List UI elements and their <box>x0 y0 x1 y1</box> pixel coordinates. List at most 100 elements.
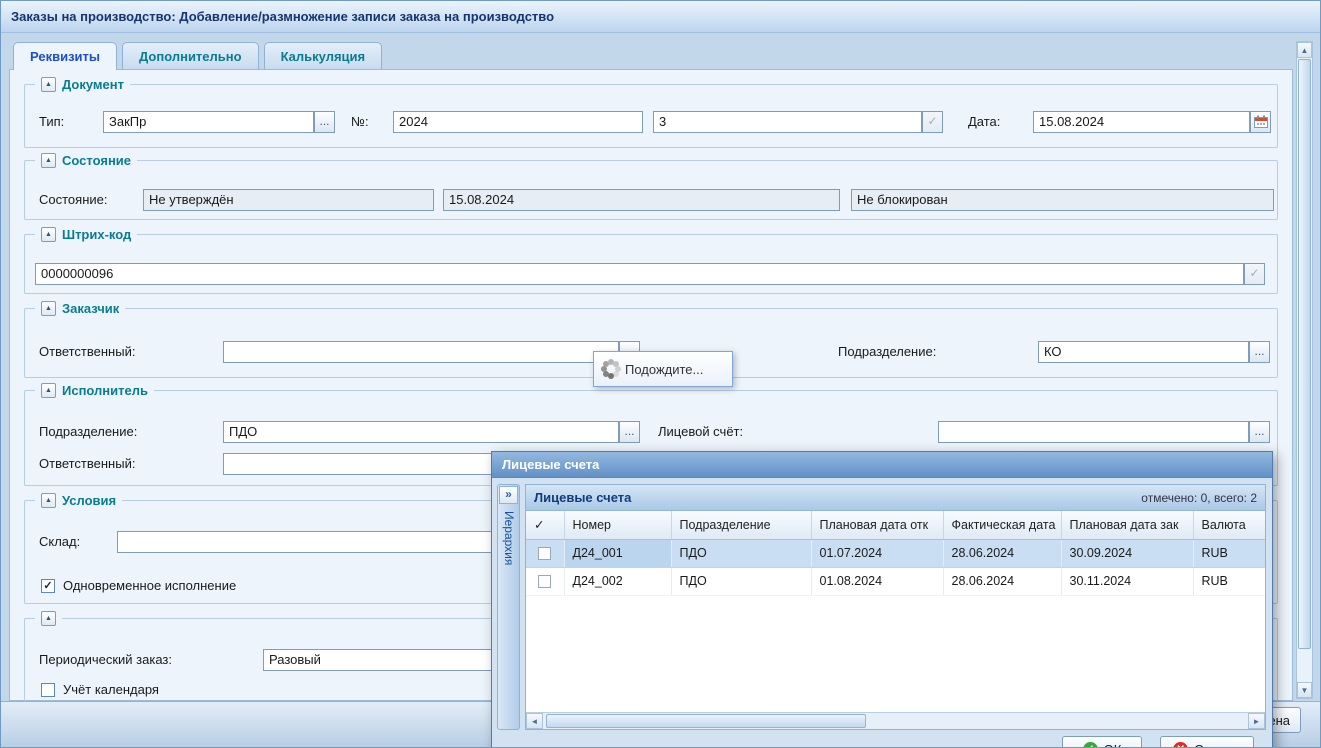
column-plan-close[interactable]: Плановая дата зак <box>1061 511 1193 539</box>
window-title: Заказы на производство: Добавление/размн… <box>11 9 554 24</box>
executor-division-lookup-button[interactable]: ... <box>619 421 640 443</box>
column-currency[interactable]: Валюта <box>1193 511 1266 539</box>
group-document-legend: ▲ Документ <box>35 75 130 93</box>
doc-year-field[interactable]: 2024 <box>393 111 643 133</box>
cell-fact[interactable]: 28.06.2024 <box>943 539 1061 567</box>
cell-plan-open[interactable]: 01.07.2024 <box>811 539 943 567</box>
accounts-dialog: Лицевые счета » Иерархия Лицевые счета о… <box>491 451 1273 748</box>
ok-label: ОК <box>1104 742 1122 748</box>
group-barcode-title: Штрих-код <box>62 227 131 242</box>
warehouse-label: Склад: <box>39 531 80 553</box>
cell-division[interactable]: ПДО <box>671 539 811 567</box>
state-label: Состояние: <box>39 189 107 211</box>
cell-fact[interactable]: 28.06.2024 <box>943 567 1061 595</box>
vertical-scrollbar[interactable]: ▲ ▼ <box>1296 41 1313 699</box>
column-division[interactable]: Подразделение <box>671 511 811 539</box>
table-row[interactable]: Д24_002 ПДО 01.08.2024 28.06.2024 30.11.… <box>526 567 1266 595</box>
cell-division[interactable]: ПДО <box>671 567 811 595</box>
group-state: ▲ Состояние Состояние: Не утверждён 15.0… <box>24 160 1278 220</box>
scroll-down-button[interactable]: ▼ <box>1297 682 1312 698</box>
column-check[interactable]: ✓ <box>526 511 564 539</box>
horizontal-scrollbar[interactable]: ◄ ► <box>526 712 1265 729</box>
collapse-icon[interactable]: ▲ <box>41 611 56 626</box>
doc-date-field[interactable]: 15.08.2024 <box>1033 111 1250 133</box>
customer-division-label: Подразделение: <box>838 341 936 363</box>
dialog-title: Лицевые счета <box>502 457 599 472</box>
table-row[interactable]: Д24_001 ПДО 01.07.2024 28.06.2024 30.09.… <box>526 539 1266 567</box>
collapse-icon[interactable]: ▲ <box>41 493 56 508</box>
collapse-icon[interactable]: ▲ <box>41 227 56 242</box>
dialog-cancel-label: Отмена <box>1194 742 1241 748</box>
cell-number[interactable]: Д24_001 <box>564 539 671 567</box>
dialog-cancel-button[interactable]: ✕ Отмена <box>1160 736 1254 748</box>
row-checkbox[interactable] <box>538 547 551 560</box>
scroll-up-button[interactable]: ▲ <box>1297 42 1312 58</box>
row-checkbox[interactable] <box>538 575 551 588</box>
group-conditions-legend: ▲ Условия <box>35 491 122 509</box>
accounts-panel-header: Лицевые счета отмечено: 0, всего: 2 <box>526 485 1265 511</box>
calendar-icon <box>1254 115 1268 128</box>
dialog-titlebar[interactable]: Лицевые счета <box>492 452 1272 478</box>
group-barcode-legend: ▲ Штрих-код <box>35 225 137 243</box>
cell-plan-close[interactable]: 30.11.2024 <box>1061 567 1193 595</box>
accounts-counter: отмечено: 0, всего: 2 <box>1141 491 1257 505</box>
group-document: ▲ Документ Тип: ЗакПр ... №: 2024 3 ✓ Да… <box>24 84 1278 148</box>
group-conditions-title: Условия <box>62 493 116 508</box>
customer-division-field[interactable]: КО <box>1038 341 1249 363</box>
group-state-title: Состояние <box>62 153 131 168</box>
ok-button[interactable]: ✓ ОК <box>1062 736 1142 748</box>
scroll-left-button[interactable]: ◄ <box>526 713 543 729</box>
collapse-icon[interactable]: ▲ <box>41 153 56 168</box>
doc-date-calendar-button[interactable] <box>1250 111 1271 133</box>
group-periodic-legend: ▲ <box>35 609 62 627</box>
column-fact[interactable]: Фактическая дата <box>943 511 1061 539</box>
doc-number-confirm-button[interactable]: ✓ <box>922 111 943 133</box>
customer-responsible-field[interactable] <box>223 341 619 363</box>
column-plan-open[interactable]: Плановая дата отк <box>811 511 943 539</box>
app-window: Заказы на производство: Добавление/размн… <box>0 0 1321 748</box>
column-number[interactable]: Номер <box>564 511 671 539</box>
calendar-accounting-checkbox[interactable] <box>41 683 55 697</box>
cell-plan-close[interactable]: 30.09.2024 <box>1061 539 1193 567</box>
accounts-panel-title: Лицевые счета <box>534 490 631 505</box>
scroll-right-button[interactable]: ► <box>1248 713 1265 729</box>
tab-calculation[interactable]: Калькуляция <box>264 42 383 69</box>
doc-date-label: Дата: <box>968 111 1000 133</box>
cell-plan-open[interactable]: 01.08.2024 <box>811 567 943 595</box>
hierarchy-tab[interactable]: Иерархия <box>502 511 516 565</box>
simultaneous-checkbox[interactable]: ✓ <box>41 579 55 593</box>
executor-responsible-label: Ответственный: <box>39 453 135 475</box>
state-date-field: 15.08.2024 <box>443 189 840 211</box>
scrollbar-thumb[interactable] <box>1298 59 1311 649</box>
doc-type-field[interactable]: ЗакПр <box>103 111 314 133</box>
doc-type-lookup-button[interactable]: ... <box>314 111 335 133</box>
executor-account-field[interactable] <box>938 421 1249 443</box>
group-customer-title: Заказчик <box>62 301 119 316</box>
tab-requisites[interactable]: Реквизиты <box>13 42 117 70</box>
executor-division-label: Подразделение: <box>39 421 137 443</box>
spinner-icon <box>609 367 613 371</box>
cell-number[interactable]: Д24_002 <box>564 567 671 595</box>
tab-additional[interactable]: Дополнительно <box>122 42 259 69</box>
cell-currency[interactable]: RUB <box>1193 567 1266 595</box>
group-document-title: Документ <box>62 77 124 92</box>
collapse-icon[interactable]: ▲ <box>41 301 56 316</box>
cancel-icon: ✕ <box>1173 742 1188 748</box>
wait-text: Подождите... <box>625 362 703 377</box>
simultaneous-label: Одновременное исполнение <box>63 575 236 597</box>
cell-currency[interactable]: RUB <box>1193 539 1266 567</box>
executor-division-field[interactable]: ПДО <box>223 421 619 443</box>
customer-division-lookup-button[interactable]: ... <box>1249 341 1270 363</box>
collapse-icon[interactable]: ▲ <box>41 383 56 398</box>
tab-bar: Реквизиты Дополнительно Калькуляция <box>13 42 387 70</box>
hscrollbar-thumb[interactable] <box>546 714 866 728</box>
hierarchy-expand-button[interactable]: » <box>499 486 518 504</box>
state-status-field: Не утверждён <box>143 189 434 211</box>
executor-account-lookup-button[interactable]: ... <box>1249 421 1270 443</box>
periodic-order-field[interactable]: Разовый <box>263 649 525 671</box>
barcode-field[interactable]: 0000000096 <box>35 263 1244 285</box>
barcode-confirm-button[interactable]: ✓ <box>1244 263 1265 285</box>
doc-number-field[interactable]: 3 <box>653 111 922 133</box>
collapse-icon[interactable]: ▲ <box>41 77 56 92</box>
accounts-panel: Лицевые счета отмечено: 0, всего: 2 ✓ Но… <box>525 484 1266 730</box>
